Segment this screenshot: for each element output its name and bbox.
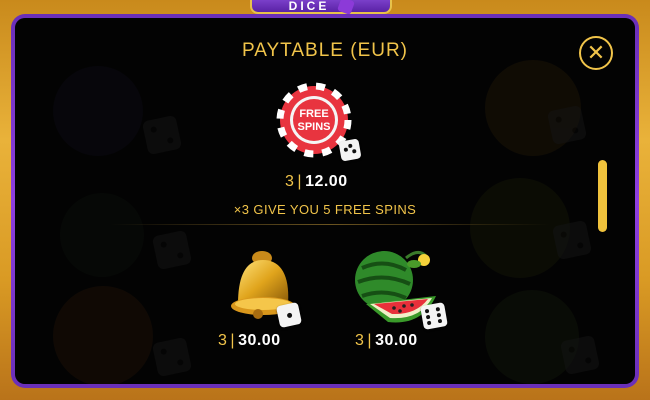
die-badge-icon (275, 301, 303, 329)
die-badge-icon (338, 138, 362, 162)
free-spins-payout: 3 | 12.00 (285, 173, 348, 190)
game-logo: DICE (250, 0, 392, 15)
logo-text: DICE (288, 0, 330, 13)
free-spins-note: ×3 GIVE YOU 5 FREE SPINS (233, 202, 417, 217)
watermelon-payout: 3 | 30.00 (355, 332, 418, 349)
logo-dice-icon (337, 0, 356, 15)
section-divider (110, 224, 550, 225)
svg-text:FREE: FREE (299, 108, 328, 120)
paytable-scrollbar[interactable] (598, 160, 607, 232)
die-badge-icon (420, 302, 448, 330)
game-frame: PAYTABLE (EUR) ✕ FREE SPINS 3 | 12.00 ×3 G… (11, 14, 639, 388)
paytable-title: PAYTABLE (EUR) (241, 40, 409, 61)
watermelon-symbol (348, 248, 448, 332)
bell-payout: 3 | 30.00 (218, 332, 281, 349)
close-button[interactable]: ✕ (579, 36, 613, 70)
svg-text:SPINS: SPINS (297, 121, 330, 133)
close-icon: ✕ (586, 40, 606, 65)
free-spins-symbol: FREE SPINS (274, 82, 370, 172)
reel-area: PAYTABLE (EUR) ✕ FREE SPINS 3 | 12.00 ×3 G… (15, 18, 635, 384)
bell-symbol (208, 244, 308, 330)
paytable-overlay (15, 18, 635, 384)
